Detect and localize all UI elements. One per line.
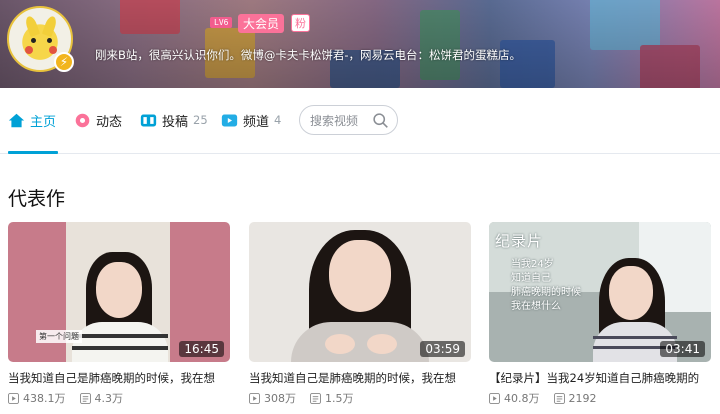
tab-channels-label: 频道: [243, 114, 270, 130]
danmaku-icon: [79, 392, 91, 404]
play-count-icon: [249, 392, 260, 404]
tab-dynamic-label: 动态: [96, 114, 123, 130]
video-thumbnail[interactable]: 纪录片 当我24岁 知道自己 肺癌晚期的时候 我在想什么 03:41: [489, 222, 711, 362]
view-count: 438.1万: [23, 392, 66, 405]
video-thumbnail[interactable]: 第一个问题 16:45: [8, 222, 230, 362]
thumbnail-overlay-title: 纪录片: [495, 232, 544, 250]
posts-count: 25: [193, 113, 208, 127]
video-post-icon: [140, 114, 157, 126]
tab-channels[interactable]: 频道 4: [221, 108, 281, 132]
tab-home-label: 主页: [30, 114, 57, 130]
danmaku-count: 2192: [568, 391, 597, 405]
video-duration: 03:59: [420, 341, 465, 357]
active-tab-indicator: [8, 151, 58, 154]
tab-home[interactable]: 主页: [8, 108, 56, 132]
flower-icon: [75, 113, 90, 127]
video-duration: 16:45: [179, 341, 224, 357]
fan-badge[interactable]: 粉: [291, 14, 310, 32]
tab-posts-label: 投稿: [162, 114, 189, 130]
home-icon: [8, 113, 25, 127]
search-video-input[interactable]: 搜索视频: [299, 105, 398, 135]
danmaku-count: 1.5万: [325, 392, 354, 405]
user-signature: 刚来B站，很高兴认识你们。微博@卡夫卡松饼君-，网易云电台：松饼君的蛋糕店。: [95, 48, 522, 62]
video-stats: 438.1万 4.3万: [8, 390, 230, 406]
level-badge: LV6: [210, 17, 233, 28]
danmaku-icon: [553, 392, 565, 404]
video-title[interactable]: 当我知道自己是肺癌晚期的时候，我在想: [249, 370, 471, 386]
section-title: 代表作: [8, 188, 66, 210]
profile-banner: ⚡ LV6 大会员 粉 刚来B站，很高兴认识你们。微博@卡夫卡松饼君-，网易云电…: [0, 0, 720, 88]
danmaku-count: 4.3万: [94, 392, 124, 405]
search-icon[interactable]: [372, 112, 389, 129]
view-count: 308万: [264, 392, 296, 405]
video-card[interactable]: 第一个问题 16:45 当我知道自己是肺癌晚期的时候，我在想 438.1万 4.…: [8, 222, 230, 406]
verified-bolt-icon: ⚡: [54, 52, 74, 72]
video-stats: 308万 1.5万: [249, 390, 471, 406]
vip-badge[interactable]: 大会员: [238, 14, 285, 33]
channel-icon: [221, 114, 238, 126]
video-stats: 40.8万 2192: [489, 390, 711, 406]
video-title[interactable]: 当我知道自己是肺癌晚期的时候，我在想: [8, 370, 230, 386]
thumbnail-caption: 第一个问题: [36, 330, 82, 343]
tab-posts[interactable]: 投稿 25: [140, 108, 208, 132]
play-count-icon: [489, 392, 500, 404]
channels-count: 4: [274, 113, 282, 127]
space-nav: 主页 动态 投稿 25 频道 4 搜索视频: [0, 88, 720, 154]
video-card[interactable]: 03:59 当我知道自己是肺癌晚期的时候，我在想 308万 1.5万: [249, 222, 471, 406]
video-duration: 03:41: [660, 341, 705, 357]
video-thumbnail[interactable]: 03:59: [249, 222, 471, 362]
search-placeholder: 搜索视频: [310, 113, 359, 128]
tab-dynamic[interactable]: 动态: [74, 108, 122, 132]
video-title[interactable]: 【纪录片】当我24岁知道自己肺癌晚期的: [489, 370, 711, 386]
view-count: 40.8万: [504, 392, 540, 405]
video-card[interactable]: 纪录片 当我24岁 知道自己 肺癌晚期的时候 我在想什么 03:41 【纪录片】…: [489, 222, 711, 406]
thumbnail-overlay-text: 当我24岁 知道自己 肺癌晚期的时候 我在想什么: [511, 259, 581, 312]
danmaku-icon: [310, 392, 321, 404]
user-space-page: ⚡ LV6 大会员 粉 刚来B站，很高兴认识你们。微博@卡夫卡松饼君-，网易云电…: [0, 0, 720, 414]
play-count-icon: [8, 392, 19, 404]
